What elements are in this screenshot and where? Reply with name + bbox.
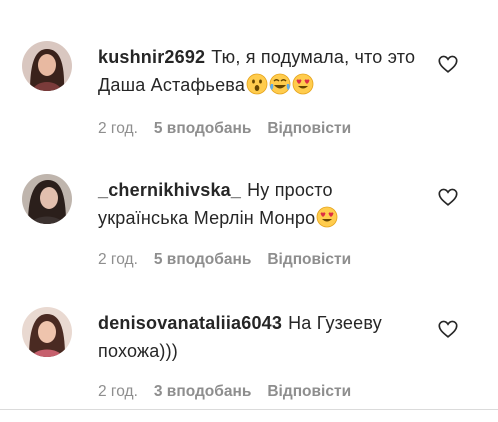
comment-meta: 2 год. 5 вподобань Відповісти: [98, 120, 351, 138]
like-heart-icon[interactable]: [437, 53, 459, 75]
comment-username[interactable]: kushnir2692: [98, 47, 205, 67]
comment-text: kushnir2692 Тю, я подумала, что это Даша …: [98, 43, 418, 99]
comment-username[interactable]: _chernikhivska_: [98, 180, 241, 200]
avatar[interactable]: [22, 307, 72, 357]
likes-count-button[interactable]: 3 вподобань: [154, 383, 251, 401]
comment-time[interactable]: 2 год.: [98, 383, 138, 401]
comment-time[interactable]: 2 год.: [98, 251, 138, 269]
comment-time[interactable]: 2 год.: [98, 120, 138, 138]
likes-count-button[interactable]: 5 вподобань: [154, 251, 251, 269]
avatar[interactable]: [22, 41, 72, 91]
comment-text: _chernikhivska_ Ну просто українська Мерл…: [98, 176, 418, 232]
comment-meta: 2 год. 3 вподобань Відповісти: [98, 383, 351, 401]
reply-button[interactable]: Відповісти: [267, 251, 351, 269]
divider: [0, 409, 498, 410]
comment-text: denisovanataliia6043 На Гузееву похожа))): [98, 309, 418, 365]
like-heart-icon[interactable]: [437, 186, 459, 208]
reply-button[interactable]: Відповісти: [267, 383, 351, 401]
comment-meta: 2 год. 5 вподобань Відповісти: [98, 251, 351, 269]
tears-of-joy-face-icon: [269, 73, 291, 95]
reply-button[interactable]: Відповісти: [267, 120, 351, 138]
avatar[interactable]: [22, 174, 72, 224]
like-heart-icon[interactable]: [437, 318, 459, 340]
likes-count-button[interactable]: 5 вподобань: [154, 120, 251, 138]
heart-eyes-face-icon: [292, 73, 314, 95]
heart-eyes-face-icon: [316, 206, 338, 228]
astonished-face-icon: [246, 73, 268, 95]
comment-username[interactable]: denisovanataliia6043: [98, 313, 282, 333]
